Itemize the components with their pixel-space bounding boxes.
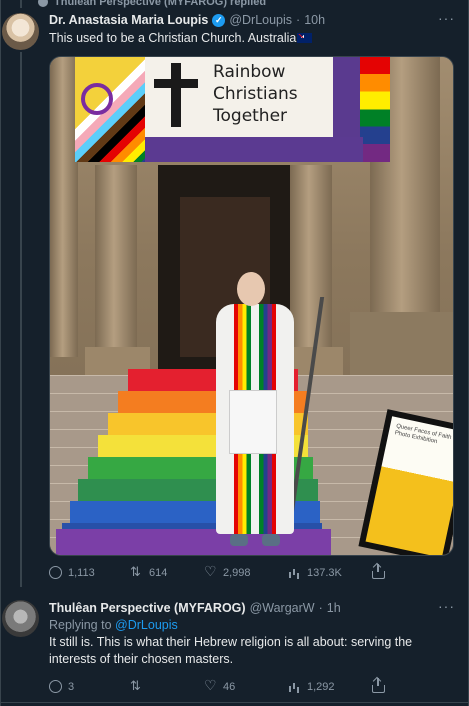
reply-button[interactable]: 3 [49,680,130,693]
share-icon [372,563,385,579]
user-icon [38,0,48,7]
retweet-icon [130,564,143,580]
like-count: 2,998 [223,566,251,579]
more-options-icon[interactable]: ··· [438,598,455,614]
divider [0,702,469,703]
reply-button[interactable]: 1,113 [49,566,130,579]
view-count: 1,292 [307,680,335,693]
australia-flag-icon [297,33,313,43]
timestamp[interactable]: 10h [304,13,325,27]
views-button[interactable]: 137.3K [288,566,372,579]
tweet-body: This used to be a Christian Church. Aust… [49,31,297,45]
author-name[interactable]: Dr. Anastasia Maria Loupis [49,13,208,27]
context-text: Thulean Perspective (MYFAROG) replied [54,0,267,8]
tweet-header: Dr. Anastasia Maria Loupis ✓ @DrLoupis ·… [49,13,325,27]
tweet-text: This used to be a Christian Church. Aust… [49,30,313,47]
thread-line-top [20,0,22,8]
column [50,57,78,357]
intersex-circle-icon [81,83,113,115]
banner-text: Rainbow Christians Together [213,62,298,126]
tweet-actions: 3 46 1,292 [49,677,385,694]
verified-badge-icon: ✓ [212,13,226,27]
separator-dot: · [318,601,323,615]
banner-bottom [145,137,363,162]
tweet-photo[interactable]: Rainbow Christians Together Queer Faces … [49,56,454,556]
held-sign [229,390,277,454]
retweet-icon [130,678,143,694]
share-button[interactable] [372,677,385,693]
avatar[interactable] [2,600,39,637]
like-button[interactable]: 46 [204,677,288,694]
reply-count: 1,113 [68,566,95,579]
views-icon [288,680,301,693]
tweet-actions: 1,113 614 2,998 137.3K [49,563,385,580]
heart-icon [204,677,217,694]
share-icon [372,677,385,693]
church-banner: Rainbow Christians Together [75,57,390,162]
reply-count: 3 [68,680,75,693]
reply-icon [49,680,62,693]
thread-line [20,52,22,587]
tweet-text: It still is. This is what their Hebrew r… [49,635,413,666]
shoe [230,534,248,546]
share-button[interactable] [372,563,385,579]
person-head [237,272,265,306]
rainbow-stripes [360,57,390,162]
avatar[interactable] [2,13,39,50]
tweet-header: Thulêan Perspective (MYFAROG) @WargarW ·… [49,601,341,615]
views-icon [288,566,301,579]
author-handle[interactable]: @WargarW [250,601,315,615]
replying-to: Replying to @DrLoupis [49,618,178,632]
retweet-button[interactable]: 614 [130,564,204,580]
view-count: 137.3K [307,566,342,579]
replying-to-link[interactable]: @DrLoupis [115,618,178,632]
views-button[interactable]: 1,292 [288,680,372,693]
retweet-button[interactable] [130,678,204,694]
reply-icon [49,566,62,579]
separator-dot: · [296,13,301,27]
like-button[interactable]: 2,998 [204,563,288,580]
shoe [262,534,280,546]
author-name[interactable]: Thulêan Perspective (MYFAROG) [49,601,246,615]
cross-icon [171,63,181,127]
clergy-person [216,272,294,555]
author-handle[interactable]: @DrLoupis [229,13,292,27]
like-count: 46 [223,680,236,693]
timestamp[interactable]: 1h [327,601,341,615]
replying-prefix: Replying to [49,618,112,632]
cross-icon-bar [154,79,198,88]
heart-icon [204,563,217,580]
more-options-icon[interactable]: ··· [438,10,455,26]
retweet-count: 614 [149,566,168,579]
reply-context-line[interactable]: Thulean Perspective (MYFAROG) replied [38,0,266,9]
